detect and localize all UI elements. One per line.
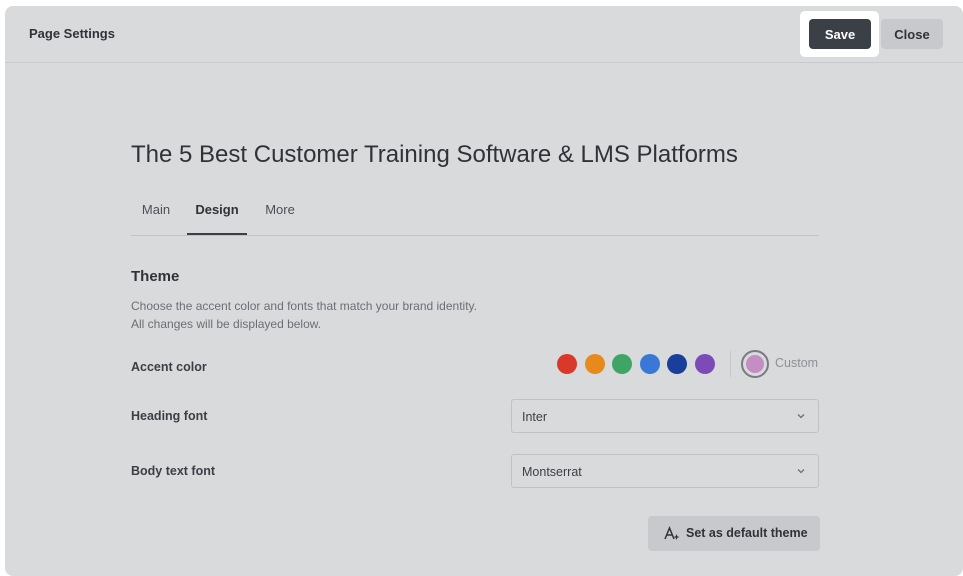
swatch-blue[interactable] (640, 354, 660, 374)
heading-font-label: Heading font (131, 409, 208, 423)
custom-color-label[interactable]: Custom (775, 356, 818, 370)
custom-color-dot (746, 355, 764, 373)
swatch-navy[interactable] (667, 354, 687, 374)
set-default-theme-button[interactable]: Set as default theme (648, 516, 820, 551)
chevron-down-icon (797, 469, 805, 474)
page-title: The 5 Best Customer Training Software & … (131, 141, 738, 168)
tab-more[interactable]: More (263, 199, 297, 234)
accent-color-swatches: Custom (557, 349, 821, 378)
custom-color-swatch[interactable] (741, 350, 769, 378)
accent-color-label: Accent color (131, 360, 207, 374)
page-settings-dialog: Page Settings Save Close The 5 Best Cust… (5, 6, 963, 576)
theme-section-title: Theme (131, 268, 180, 285)
font-magic-icon (664, 526, 680, 540)
theme-description-line-2: All changes will be displayed below. (131, 317, 322, 331)
swatch-green[interactable] (612, 354, 632, 374)
tab-main[interactable]: Main (141, 199, 171, 234)
theme-section-description: Choose the accent color and fonts that m… (131, 297, 477, 333)
tab-design[interactable]: Design (187, 199, 247, 235)
chevron-down-icon (797, 414, 805, 419)
tab-bar: Main Design More (131, 199, 819, 236)
heading-font-value: Inter (522, 410, 548, 424)
save-button[interactable]: Save (809, 19, 871, 49)
close-button[interactable]: Close (881, 19, 943, 49)
body-font-label: Body text font (131, 464, 216, 478)
body-font-value: Montserrat (522, 465, 582, 479)
heading-font-select[interactable]: Inter (511, 399, 819, 433)
swatch-purple[interactable] (695, 354, 715, 374)
theme-description-line-1: Choose the accent color and fonts that m… (131, 299, 477, 313)
set-default-theme-label: Set as default theme (686, 526, 808, 540)
dialog-title: Page Settings (29, 26, 115, 41)
swatch-orange[interactable] (585, 354, 605, 374)
swatch-red[interactable] (557, 354, 577, 374)
swatch-divider (730, 351, 731, 377)
body-font-select[interactable]: Montserrat (511, 454, 819, 488)
dialog-header: Page Settings Save Close (5, 6, 963, 63)
